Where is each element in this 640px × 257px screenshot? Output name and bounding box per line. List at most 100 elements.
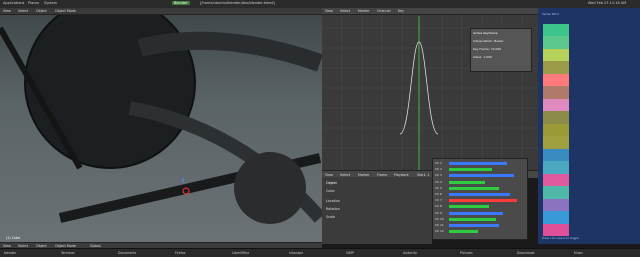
color-swatch[interactable] <box>543 98 569 112</box>
sequencer-row-label: Ch 12 <box>435 229 444 234</box>
color-swatch[interactable] <box>543 161 569 174</box>
sequencer-strip[interactable] <box>449 217 496 221</box>
sequencer-strip[interactable] <box>449 211 503 215</box>
viewport-header: View Select Object Object Mode <box>0 8 322 15</box>
sequencer-strip[interactable] <box>449 224 500 227</box>
taskbar-item[interactable]: Music <box>574 251 583 255</box>
sequencer-row-label: Ch 2 <box>435 167 442 172</box>
timeline-select[interactable]: Select <box>340 173 350 177</box>
color-swatch[interactable] <box>543 111 569 124</box>
sequencer-strip[interactable] <box>449 168 493 172</box>
location-field[interactable]: Location <box>326 199 340 203</box>
sequencer-row[interactable]: Ch 10 <box>435 217 525 222</box>
sequencer-row-label: Ch 5 <box>435 185 442 190</box>
taskbar-item[interactable]: Audacity <box>403 251 417 255</box>
sequencer-row[interactable]: Ch 12 <box>435 229 525 234</box>
color-swatch[interactable] <box>543 123 569 137</box>
taskbar-item[interactable]: Firefox <box>175 251 186 255</box>
timeline-playback[interactable]: Playback <box>394 173 409 177</box>
viewport-select-menu[interactable]: Select <box>18 9 28 13</box>
color-swatch[interactable] <box>543 198 569 212</box>
sequencer-strip[interactable] <box>449 193 511 196</box>
taskbar-item[interactable]: Documents <box>118 251 136 255</box>
scale-field[interactable]: Scale <box>326 215 335 219</box>
file-path: [/home/ubuntu/blender/dev/blender.blend] <box>200 1 275 5</box>
taskbar-item[interactable]: Terminal <box>61 251 74 255</box>
sequencer-row-label: Ch 7 <box>435 198 442 203</box>
timeline-view[interactable]: View <box>325 173 333 177</box>
interpolation-field[interactable]: Interpolation: Bezier <box>473 39 504 43</box>
color-swatch[interactable] <box>543 211 569 224</box>
sequencer-strips[interactable]: Ch 1 Ch 2 Ch 3 Ch 4 Ch 5 Ch 6 Ch 7 Ch 8 Ch 9 Ch 1… <box>432 158 528 240</box>
sequencer-row-label: Ch 11 <box>435 223 444 227</box>
sequencer-row[interactable]: Ch 1 <box>435 161 525 166</box>
window-title: Blender <box>172 1 190 5</box>
color-swatch[interactable] <box>543 223 569 236</box>
taskbar-item[interactable]: LibreOffice <box>232 251 249 255</box>
sequencer-row[interactable]: Ch 7 <box>435 198 525 203</box>
sequencer-row[interactable]: Ch 5 <box>435 186 525 191</box>
active-keyframe-panel: Active Keyframe Interpolation: Bezier Ke… <box>470 28 532 72</box>
taskbar-item[interactable]: Inkscape <box>289 251 303 255</box>
properties-tab-cube[interactable]: Cube <box>326 189 335 193</box>
viewport-mode-select[interactable]: Object Mode <box>55 9 76 13</box>
menu-applications[interactable]: Applications <box>3 1 24 5</box>
palette-footer: Press ctrl+space to toggle <box>542 236 579 240</box>
color-swatch[interactable] <box>543 173 569 187</box>
properties-title: Object <box>326 181 337 185</box>
color-swatch[interactable] <box>543 73 569 87</box>
sequencer-strip[interactable] <box>449 174 514 178</box>
sequencer-row[interactable]: Ch 8 <box>435 204 525 209</box>
timeline-start[interactable]: Start: 1 <box>417 173 429 177</box>
sequencer-row-label: Ch 6 <box>435 192 442 196</box>
taskbar-item[interactable]: GIMP <box>346 251 354 255</box>
value-field[interactable]: Value: 1.000 <box>473 55 492 59</box>
rotation-field[interactable]: Rotation <box>326 207 340 211</box>
sequencer-row-label: Ch 9 <box>435 210 442 215</box>
color-swatch[interactable] <box>543 24 569 37</box>
graph-editor-header: View Select Marker Channel Key <box>322 8 538 15</box>
sequencer-strip[interactable] <box>449 180 485 184</box>
sequencer-strip[interactable] <box>449 205 489 209</box>
sequencer-strip[interactable] <box>449 162 507 165</box>
graph-select-menu[interactable]: Select <box>340 9 350 13</box>
sequencer-row[interactable]: Ch 9 <box>435 211 525 216</box>
color-swatch[interactable] <box>543 48 569 62</box>
sequencer-row[interactable]: Ch 3 <box>435 173 525 178</box>
sequencer-row-label: Ch 3 <box>435 173 442 178</box>
graph-key-menu[interactable]: Key <box>398 9 404 13</box>
properties-panel: Object Cube Location Rotation Scale <box>322 177 432 244</box>
graph-channel-menu[interactable]: Channel <box>377 9 391 13</box>
graph-marker-menu[interactable]: Marker <box>358 9 369 13</box>
taskbar-item[interactable]: Downloads <box>517 251 535 255</box>
panel-title: Active Keyframe <box>473 31 498 35</box>
sequencer-row-label: Ch 10 <box>435 216 444 221</box>
sequencer-strip[interactable] <box>449 230 478 234</box>
color-swatch[interactable] <box>543 61 569 74</box>
taskbar-item[interactable]: Pictures <box>460 251 473 255</box>
viewport-object-menu[interactable]: Object <box>36 9 47 13</box>
graph-view-menu[interactable]: View <box>325 9 333 13</box>
color-swatches[interactable] <box>543 24 569 236</box>
color-swatch[interactable] <box>543 148 569 162</box>
color-swatch[interactable] <box>543 36 569 49</box>
color-swatch[interactable] <box>543 86 569 99</box>
sequencer-strip[interactable] <box>449 199 518 203</box>
object-label: (1) Cube <box>6 236 21 240</box>
timeline-marker[interactable]: Marker <box>358 173 369 177</box>
color-swatch[interactable] <box>543 186 569 199</box>
3d-viewport[interactable]: View Select Object Object Mode (1) Cube <box>0 8 322 244</box>
sequencer-row-label: Ch 4 <box>435 179 442 184</box>
viewport-view-menu[interactable]: View <box>3 9 11 13</box>
sequencer-strip[interactable] <box>449 186 500 190</box>
taskbar-item[interactable]: blender <box>4 251 16 255</box>
sequencer-row[interactable]: Ch 2 <box>435 167 525 172</box>
color-swatch[interactable] <box>543 136 569 149</box>
keyframe-field[interactable]: Key Frame: 70.000 <box>473 47 501 51</box>
timeline-frame[interactable]: Frame <box>377 173 387 177</box>
sequencer-row[interactable]: Ch 4 <box>435 180 525 185</box>
menu-system[interactable]: System <box>44 1 57 5</box>
sequencer-row[interactable]: Ch 11 <box>435 223 525 228</box>
menu-places[interactable]: Places <box>28 1 39 5</box>
sequencer-row[interactable]: Ch 6 <box>435 192 525 197</box>
